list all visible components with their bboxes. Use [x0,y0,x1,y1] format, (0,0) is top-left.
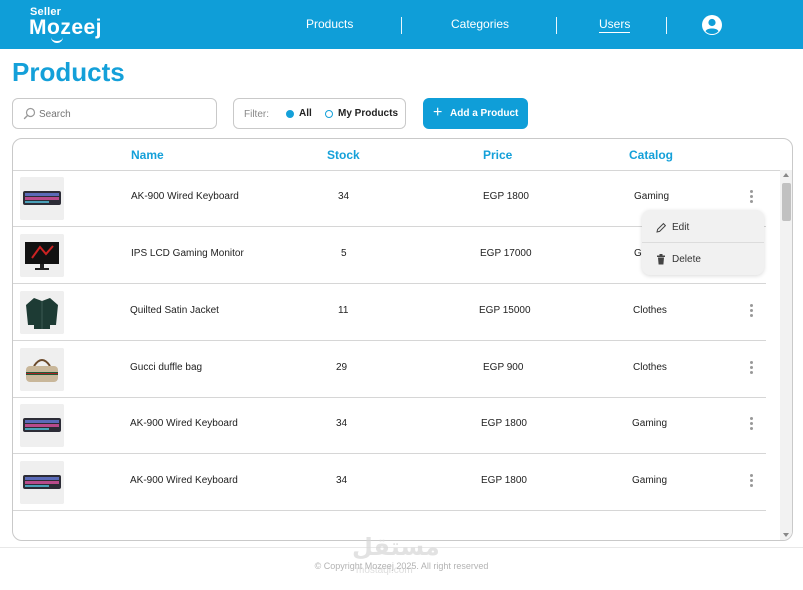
nav-divider [556,17,557,34]
edit-label: Edit [672,222,690,233]
search-box[interactable] [12,98,217,129]
row-context-menu: Edit Delete [642,210,764,275]
product-name: IPS LCD Gaming Monitor [131,248,244,259]
scroll-down-icon[interactable] [783,533,789,537]
row-divider [13,510,766,511]
table-row[interactable]: Gucci duffle bag 29 EGP 900 Clothes [13,341,781,398]
column-header-stock[interactable]: Stock [327,148,360,162]
scrollbar-thumb[interactable] [782,183,791,221]
table-scrollbar[interactable] [780,170,792,540]
radio-all-label[interactable]: All [299,108,312,119]
monitor-image [20,234,64,277]
row-menu-icon[interactable] [748,302,756,320]
logo-smile-mark [51,37,63,43]
product-stock: 34 [338,191,350,202]
row-menu-icon[interactable] [748,415,756,433]
bag-image [20,348,64,391]
column-header-catalog[interactable]: Catalog [629,148,673,162]
nav-products[interactable]: Products [306,17,353,31]
product-stock: 34 [336,475,348,486]
brand-name: Mozeej [29,16,103,39]
row-menu-icon[interactable] [748,188,756,206]
add-product-button[interactable]: + Add a Product [423,98,528,129]
jacket-image [20,291,64,334]
product-catalog: Gaming [634,191,670,202]
page-title: Products [12,57,125,87]
product-price: EGP 17000 [480,248,532,259]
product-catalog: Clothes [633,305,667,316]
product-stock: 11 [338,305,349,316]
brand-logo[interactable]: Seller Mozeej [29,5,109,45]
product-name: Quilted Satin Jacket [130,305,219,316]
top-navbar: Seller Mozeej Products Categories Users [0,0,803,49]
products-table: Name Stock Price Catalog AK-900 Wired Ke… [12,138,793,541]
keyboard-image [20,404,64,447]
radio-my-products-label[interactable]: My Products [338,108,398,119]
radio-all[interactable] [286,110,294,118]
product-stock: 34 [336,418,348,429]
footer: © Copyright Mozeej 2025. All right reser… [0,561,803,571]
filter-group: Filter: All My Products [233,98,406,129]
radio-my-products[interactable] [325,110,333,118]
trash-icon [657,254,665,265]
copyright-icon: © [314,561,322,571]
product-price: EGP 900 [483,362,524,373]
product-name: Gucci duffle bag [130,362,203,373]
copyright-text: Copyright Mozeej 2025. All right reserve… [323,561,489,571]
row-menu-icon[interactable] [748,472,756,490]
product-stock: 29 [336,362,348,373]
plus-icon: + [433,104,443,121]
keyboard-image [20,177,64,220]
edit-menu-item[interactable]: Edit [642,212,764,242]
product-catalog: Gaming [632,475,668,486]
product-stock: 5 [341,248,347,259]
product-name: AK-900 Wired Keyboard [130,418,238,429]
product-price: EGP 1800 [483,191,529,202]
user-account-icon[interactable] [701,14,723,36]
table-row[interactable]: Quilted Satin Jacket 11 EGP 15000 Clothe… [13,284,781,341]
product-catalog: Clothes [633,362,667,373]
column-header-price[interactable]: Price [483,148,512,162]
table-row[interactable]: AK-900 Wired Keyboard 34 EGP 1800 Gaming [13,397,781,454]
delete-label: Delete [672,254,701,265]
nav-divider [401,17,402,34]
column-header-name[interactable]: Name [131,148,164,162]
product-name: AK-900 Wired Keyboard [131,191,239,202]
product-price: EGP 15000 [479,305,531,316]
product-catalog: Gaming [632,418,668,429]
nav-categories[interactable]: Categories [451,17,509,31]
menu-divider [642,242,764,243]
nav-divider [666,17,667,34]
product-price: EGP 1800 [481,418,527,429]
search-icon [23,107,36,120]
nav-users[interactable]: Users [599,17,631,33]
add-product-label: Add a Product [450,108,519,119]
product-catalog: G [634,248,642,259]
product-name: AK-900 Wired Keyboard [130,475,238,486]
keyboard-image [20,461,64,504]
row-menu-icon[interactable] [748,359,756,377]
table-row[interactable]: AK-900 Wired Keyboard 34 EGP 1800 Gaming [13,454,781,511]
scroll-up-icon[interactable] [783,173,789,177]
watermark-logo: مستقل [352,534,440,561]
product-price: EGP 1800 [481,475,527,486]
pencil-icon [656,222,666,233]
delete-menu-item[interactable]: Delete [642,244,764,274]
filter-label: Filter: [244,109,269,120]
search-input[interactable] [39,105,209,123]
